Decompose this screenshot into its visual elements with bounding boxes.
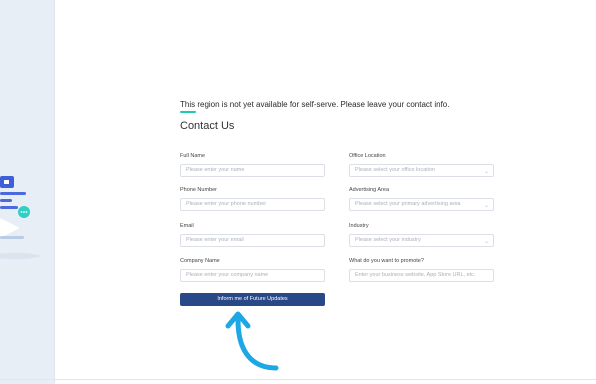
email-field: Email Please enter your email [180, 222, 325, 247]
email-label: Email [180, 223, 194, 229]
page-title: Contact Us [180, 120, 235, 132]
region-notice: This region is not yet available for sel… [180, 100, 450, 109]
industry-select[interactable]: Please select your industry ⌄ [349, 234, 494, 247]
bottom-divider [0, 379, 596, 380]
office-location-placeholder: Please select your office location [355, 167, 435, 173]
company-name-input[interactable]: Please enter your company name [180, 269, 325, 282]
advertising-area-field: Advertising Area Please select your prim… [349, 186, 494, 211]
industry-field: Industry Please select your industry ⌄ [349, 222, 494, 247]
chat-illustration-icon [0, 176, 40, 259]
notice-underline [180, 111, 196, 113]
promote-label: What do you want to promote? [349, 258, 424, 264]
chevron-down-icon: ⌄ [483, 203, 489, 209]
industry-label: Industry [349, 223, 369, 229]
office-location-label: Office Location [349, 153, 386, 159]
email-input[interactable]: Please enter your email [180, 234, 325, 247]
advertising-area-label: Advertising Area [349, 187, 390, 193]
left-panel [0, 0, 55, 384]
full-name-input[interactable]: Please enter your name [180, 164, 325, 177]
chevron-down-icon: ⌄ [483, 169, 489, 175]
chevron-down-icon: ⌄ [483, 239, 489, 245]
inform-updates-button[interactable]: Inform me of Future Updates [180, 293, 325, 306]
company-name-label: Company Name [180, 258, 220, 264]
company-name-field: Company Name Please enter your company n… [180, 257, 325, 282]
industry-placeholder: Please select your industry [355, 237, 421, 243]
promote-input[interactable]: Enter your business website, App Store U… [349, 269, 494, 282]
office-location-select[interactable]: Please select your office location ⌄ [349, 164, 494, 177]
full-name-label: Full Name [180, 153, 206, 159]
office-location-field: Office Location Please select your offic… [349, 152, 494, 177]
curved-arrow-icon [225, 311, 279, 371]
promote-field: What do you want to promote? Enter your … [349, 257, 494, 282]
phone-number-input[interactable]: Please enter your phone number [180, 198, 325, 211]
advertising-area-placeholder: Please select your primary advertising a… [355, 201, 461, 207]
full-name-field: Full Name Please enter your name [180, 152, 325, 177]
phone-number-label: Phone Number [180, 187, 217, 193]
phone-number-field: Phone Number Please enter your phone num… [180, 186, 325, 211]
advertising-area-select[interactable]: Please select your primary advertising a… [349, 198, 494, 211]
